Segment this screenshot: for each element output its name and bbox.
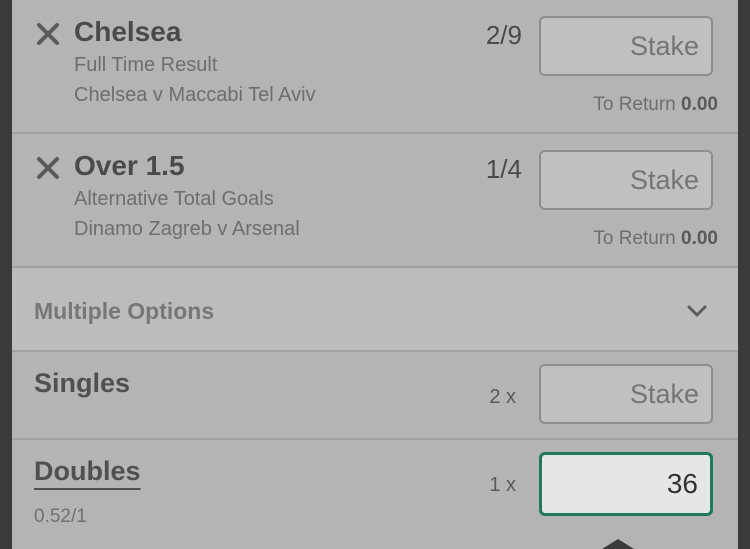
singles-label: Singles — [34, 368, 131, 398]
multiple-options-label: Multiple Options — [34, 298, 215, 324]
selection-market: Full Time Result — [74, 54, 218, 76]
to-return-label: To Return — [593, 94, 676, 115]
stake-input[interactable] — [539, 150, 713, 210]
selection-row: Chelsea Full Time Result Chelsea v Macca… — [12, 0, 738, 134]
selection-odds: 2/9 — [485, 20, 522, 50]
singles-stake-input[interactable] — [539, 364, 713, 424]
selection-odds: 1/4 — [485, 154, 522, 184]
singles-row: Singles 2 x — [12, 352, 738, 440]
to-return: To Return 0.00 — [593, 94, 718, 116]
selection-title: Over 1.5 — [74, 150, 185, 181]
selection-title: Chelsea — [74, 16, 182, 47]
selection-event: Dinamo Zagreb v Arsenal — [74, 218, 300, 240]
doubles-stake-input[interactable] — [539, 452, 713, 516]
bet-slip-panel: Chelsea Full Time Result Chelsea v Macca… — [12, 0, 738, 549]
close-icon[interactable] — [36, 156, 60, 180]
to-return-label: To Return — [593, 228, 676, 249]
selection-market: Alternative Total Goals — [74, 188, 274, 210]
doubles-odds: 0.52/1 — [34, 506, 87, 527]
to-return-value: 0.00 — [681, 228, 718, 249]
chevron-down-icon — [687, 305, 707, 317]
selection-row: Over 1.5 Alternative Total Goals Dinamo … — [12, 134, 738, 268]
singles-count: 2 x — [489, 386, 516, 408]
doubles-count: 1 x — [489, 474, 516, 496]
stake-input[interactable] — [539, 16, 713, 76]
doubles-label[interactable]: Doubles — [34, 456, 141, 487]
to-return: To Return 0.00 — [593, 228, 718, 250]
close-icon[interactable] — [36, 22, 60, 46]
multiple-options-toggle[interactable]: Multiple Options — [12, 268, 738, 352]
doubles-row: Doubles 0.52/1 1 x — [12, 440, 738, 549]
to-return-value: 0.00 — [681, 94, 718, 115]
selection-event: Chelsea v Maccabi Tel Aviv — [74, 84, 316, 106]
keyboard-caret — [602, 539, 634, 549]
